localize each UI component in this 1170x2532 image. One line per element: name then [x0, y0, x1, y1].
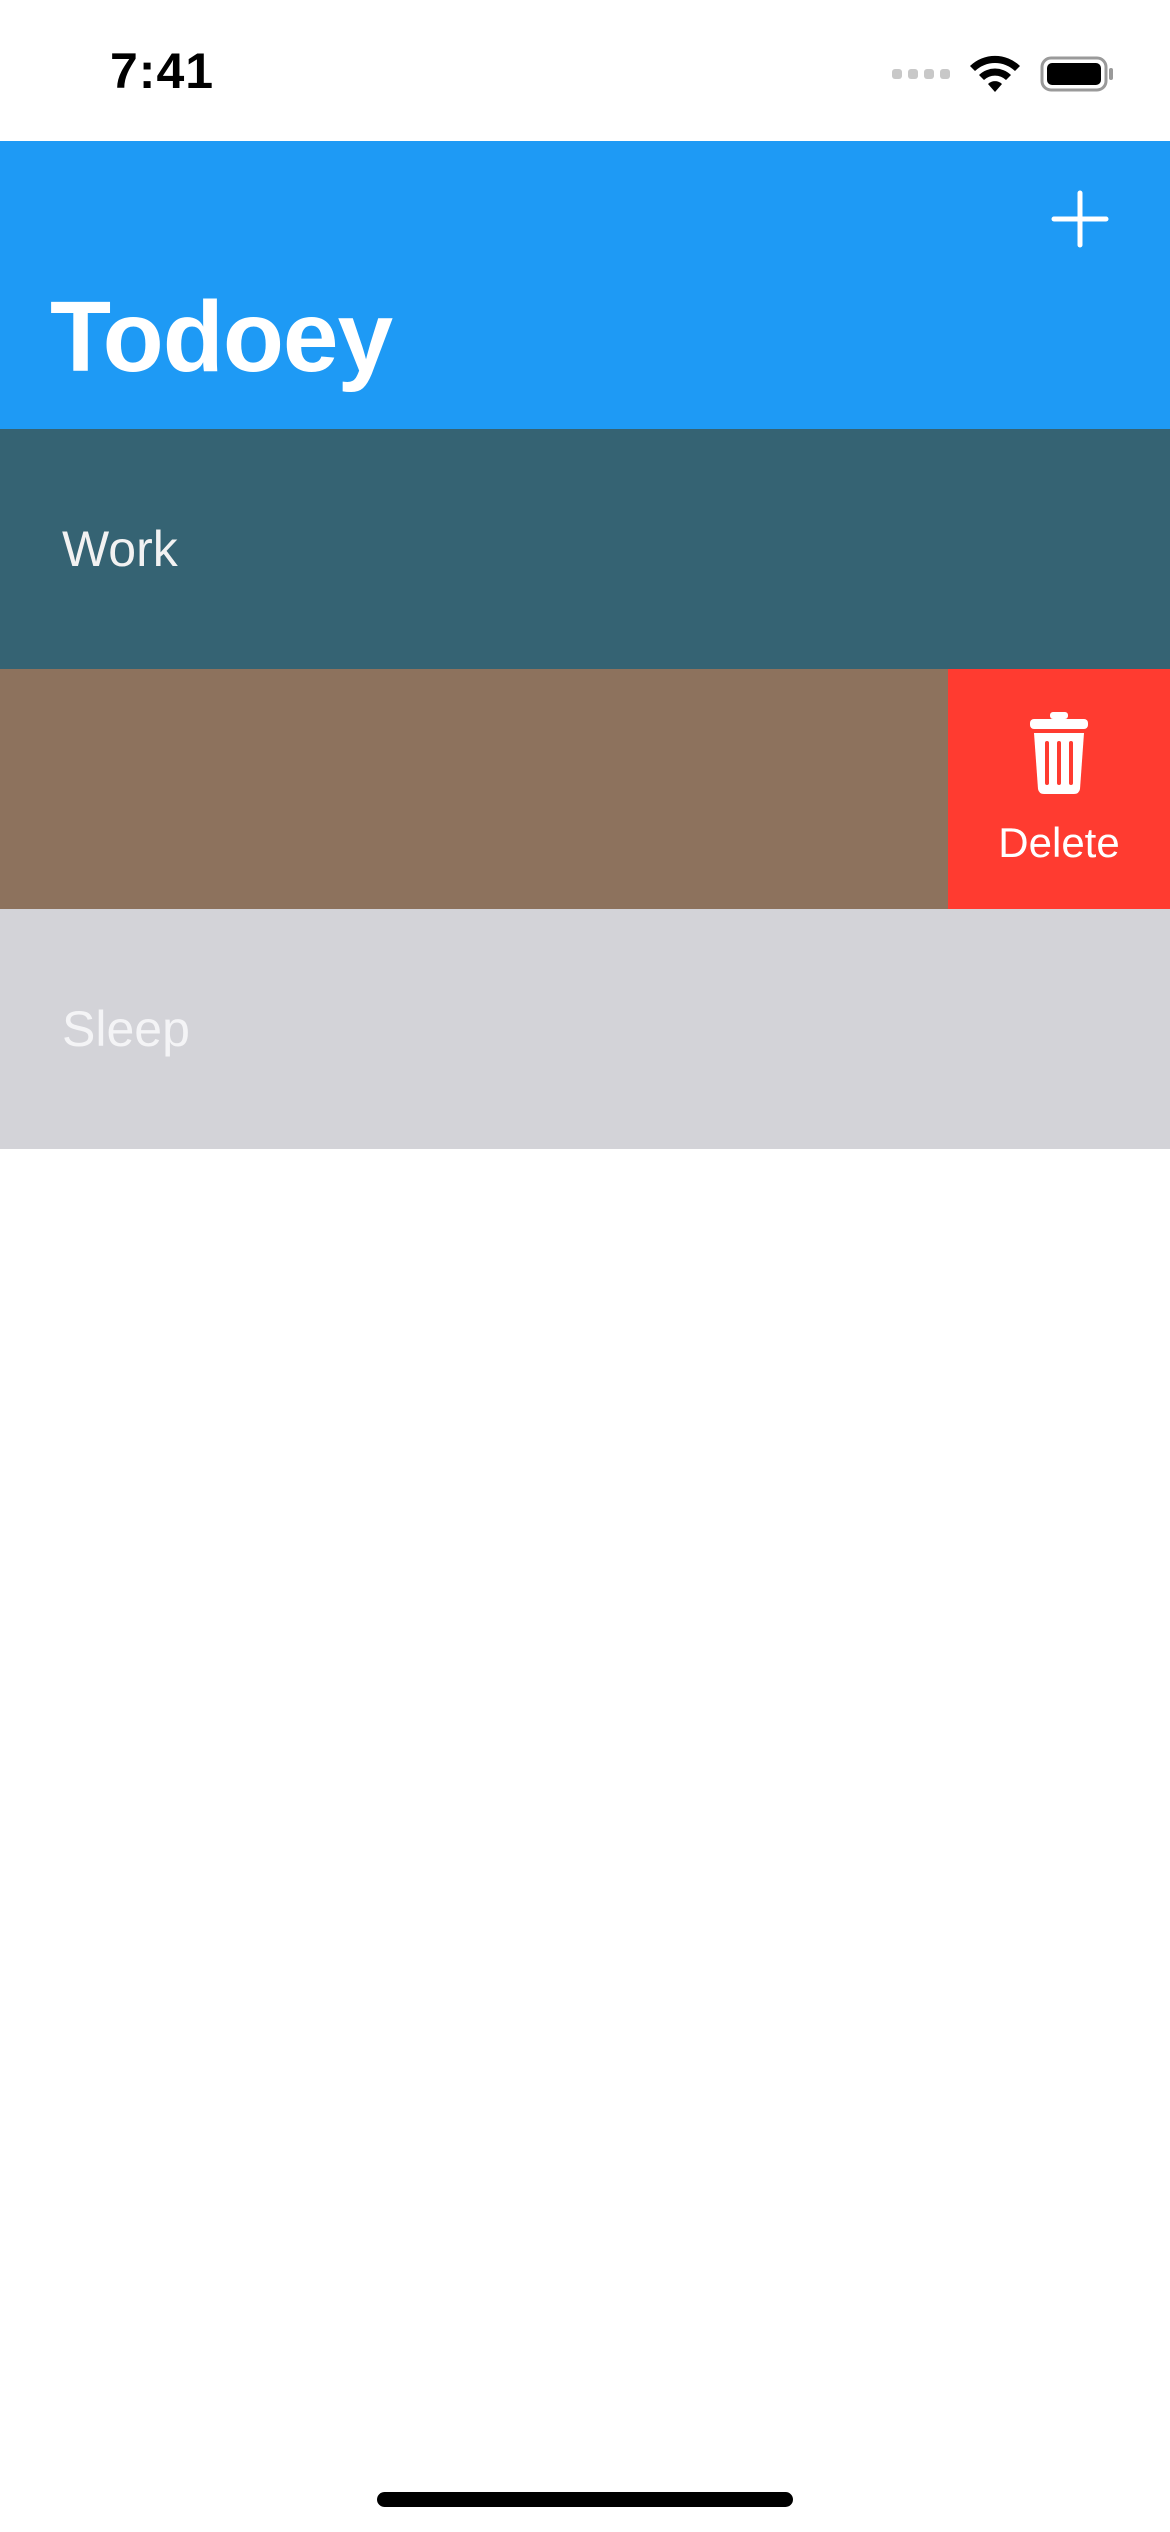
battery-icon — [1040, 56, 1113, 92]
row-content — [0, 669, 948, 909]
status-icons — [892, 52, 1116, 96]
page-title: Todoey — [50, 281, 393, 393]
category-row-work[interactable]: Work — [0, 429, 1170, 669]
row-content: Sleep — [0, 909, 1170, 1149]
home-indicator[interactable] — [377, 2492, 793, 2507]
add-category-button[interactable] — [1040, 179, 1120, 259]
trash-icon — [1030, 712, 1088, 794]
category-list: Work Delete Sleep — [0, 429, 1170, 1149]
category-row-sleep[interactable]: Sleep — [0, 909, 1170, 1149]
status-bar: 7:41 — [0, 0, 1170, 141]
signal-icon — [892, 69, 950, 79]
category-label: Sleep — [62, 1001, 190, 1057]
delete-label: Delete — [998, 819, 1120, 866]
row-content: Work — [0, 429, 1170, 669]
wifi-icon — [970, 55, 1020, 92]
navigation-bar: Todoey — [0, 141, 1170, 429]
plus-icon — [1051, 190, 1109, 248]
status-time: 7:41 — [110, 43, 215, 99]
screen: 7:41 Todoey Work Delete Sleep — [0, 0, 1170, 2532]
delete-button[interactable]: Delete — [948, 669, 1170, 909]
category-label: Work — [62, 521, 178, 577]
category-row-swiped[interactable]: Delete — [0, 669, 1170, 909]
